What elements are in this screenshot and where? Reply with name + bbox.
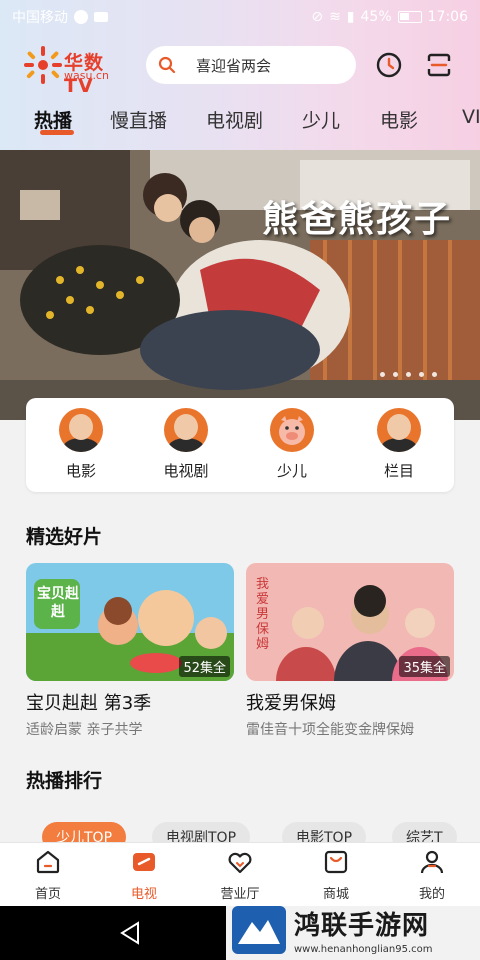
back-icon[interactable] [118, 920, 144, 946]
watermark: 鸿联手游网 www.henanhonglian95.com [226, 900, 480, 960]
pick-thumb-title: 我爱男保姆 [256, 577, 270, 652]
status-bar: 中国移动 ⊘ ≋ ▮ 45% 17:06 [0, 0, 480, 34]
scan-button[interactable] [422, 48, 456, 82]
clock-icon [376, 52, 402, 78]
scan-icon [427, 53, 451, 77]
watermark-name: 鸿联手游网 [294, 911, 430, 941]
tv-icon [133, 853, 155, 871]
episode-badge: 35集全 [399, 656, 450, 677]
tab-tv-drama[interactable]: 电视剧 [206, 106, 263, 133]
watermark-logo-icon [232, 906, 286, 954]
shop-icon [324, 850, 348, 874]
user-icon [420, 850, 444, 874]
hero-banner[interactable]: 熊爸熊孩子 [0, 150, 480, 420]
status-left: 中国移动 [12, 7, 108, 27]
category-card: 电影 电视剧 少儿 栏目 [26, 398, 454, 492]
tab-hot[interactable]: 热播 [34, 106, 72, 133]
pick-thumbnail: 宝贝赳赳 52集全 [26, 563, 234, 681]
pig-icon [279, 416, 305, 445]
pick-subtitle: 适龄启蒙 亲子共学 [26, 722, 143, 738]
pagination-dot [419, 372, 424, 377]
logo[interactable]: 华数TV wasu.cn [24, 44, 128, 97]
active-tab-indicator [40, 130, 74, 135]
signal-icon: ▮ [346, 9, 355, 25]
banner-title: 熊爸熊孩子 [262, 199, 453, 240]
tab-slow-live[interactable]: 慢直播 [110, 106, 167, 133]
category-tv-drama[interactable]: 电视剧 [146, 408, 226, 481]
watermark-url: www.henanhonglian95.com [294, 944, 433, 955]
tab-movie[interactable]: 电影 [380, 106, 418, 133]
nav-tv[interactable]: 电视 [104, 849, 184, 902]
home-icon [36, 850, 60, 874]
pick-title: 我爱男保姆 [246, 693, 336, 714]
search-input[interactable]: 喜迎省两会 [146, 46, 356, 84]
pick-thumbnail: 我爱男保姆 35集全 [246, 563, 454, 681]
ranking-section-title: 热播排行 [26, 770, 103, 792]
app-header: 华数TV wasu.cn 喜迎省两会 [0, 40, 480, 97]
mute-icon: ⊘ [311, 9, 324, 25]
category-label: 栏目 [383, 462, 414, 480]
pick-title: 宝贝赳赳 第3季 [26, 693, 152, 714]
tab-vip[interactable]: VI [462, 106, 480, 128]
nav-mine[interactable]: 我的 [392, 849, 472, 902]
carrier-label: 中国移动 [12, 10, 68, 26]
category-movie[interactable]: 电影 [41, 408, 121, 481]
search-icon [158, 56, 176, 74]
status-right: ⊘ ≋ ▮ 45% 17:06 [311, 9, 468, 25]
tv-drama-avatar-icon [164, 408, 208, 452]
category-label: 少儿 [276, 462, 307, 480]
nav-shop[interactable]: 商城 [296, 849, 376, 902]
tab-kids[interactable]: 少儿 [302, 106, 340, 133]
column-avatar-icon [377, 408, 421, 452]
time-label: 17:06 [427, 9, 468, 25]
category-label: 电影 [65, 462, 96, 480]
message-icon [94, 12, 108, 22]
pig-avatar-icon [270, 408, 314, 452]
category-column[interactable]: 栏目 [359, 408, 439, 481]
wechat-icon [74, 10, 88, 24]
bottom-navigation: 首页 电视 营业厅 商城 我的 [0, 842, 480, 906]
movie-avatar-icon [59, 408, 103, 452]
episode-badge: 52集全 [179, 656, 230, 677]
watermark-text: 鸿联手游网 www.henanhonglian95.com [294, 905, 433, 955]
nav-label: 电视 [130, 887, 157, 902]
logo-mark-icon [24, 46, 62, 84]
channel-tabs: 热播 慢直播 电视剧 少儿 电影 VI [0, 100, 480, 144]
pagination-dot [380, 372, 385, 377]
category-label: 电视剧 [163, 462, 209, 480]
banner-pagination [380, 372, 437, 377]
heart-icon [228, 852, 252, 874]
history-button[interactable] [372, 48, 406, 82]
logo-domain: wasu.cn [64, 69, 109, 82]
pagination-dot [393, 372, 398, 377]
nav-home[interactable]: 首页 [8, 849, 88, 902]
category-kids[interactable]: 少儿 [252, 408, 332, 481]
search-placeholder: 喜迎省两会 [196, 56, 272, 75]
pick-thumb-title: 宝贝赳赳 [37, 586, 79, 620]
pagination-dot [432, 372, 437, 377]
battery-icon [397, 11, 422, 23]
pick-card-1[interactable]: 我爱男保姆 35集全 我爱男保姆 雷佳音十项全能变金牌保姆 [246, 563, 454, 739]
pick-subtitle: 雷佳音十项全能变金牌保姆 [246, 722, 414, 738]
pick-card-0[interactable]: 宝贝赳赳 52集全 宝贝赳赳 第3季 适龄启蒙 亲子共学 [26, 563, 234, 739]
picks-section-title: 精选好片 [26, 526, 103, 548]
pagination-dot [406, 372, 411, 377]
battery-label: 45% [360, 9, 392, 25]
nav-label: 首页 [34, 887, 61, 902]
nav-service-hall[interactable]: 营业厅 [200, 849, 280, 902]
wifi-icon: ≋ [329, 9, 341, 25]
